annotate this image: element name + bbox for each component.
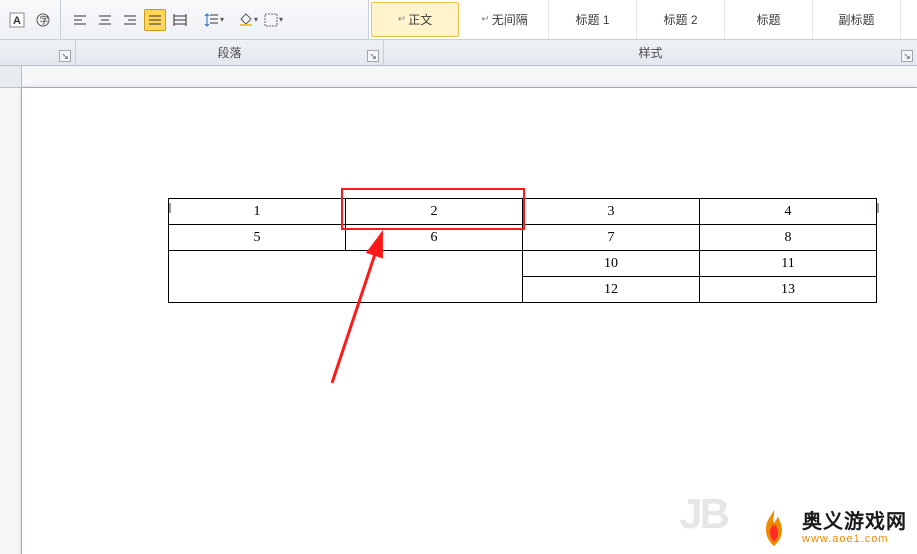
vertical-ruler[interactable]	[0, 88, 22, 554]
style-label: 副标题	[838, 11, 874, 28]
table-cell[interactable]: 11	[700, 251, 877, 277]
table-cell[interactable]: 3	[523, 199, 700, 225]
table-row: 10 11	[169, 251, 877, 277]
table-cell[interactable]: 5	[169, 225, 346, 251]
line-spacing-icon[interactable]: ▾	[203, 9, 225, 31]
page[interactable]: 1 2 3 4 5 6 7 8 10 11 12 13	[22, 88, 917, 554]
paragraph-label-text: 段落	[217, 44, 241, 61]
table-cell[interactable]: 13	[700, 277, 877, 303]
borders-icon[interactable]: ▾	[262, 9, 284, 31]
paragraph-dialog-launcher-icon[interactable]: ↘	[367, 50, 379, 62]
ribbon: A 字 ▾ ▾ ▾ ↵正文 ↵无间隔 标题 1 标题 2 标题 副标题	[0, 0, 917, 40]
document-table[interactable]: 1 2 3 4 5 6 7 8 10 11 12 13	[168, 198, 877, 303]
styles-label-text: 样式	[638, 44, 662, 61]
styles-group-label: 样式 ↘	[384, 40, 917, 65]
site-watermark: 奥义游戏网 www.aoe1.com	[752, 506, 907, 550]
svg-text:A: A	[13, 15, 21, 27]
svg-text:字: 字	[40, 14, 49, 25]
paragraph-group: ▾ ▾ ▾	[61, 0, 369, 39]
align-left-icon[interactable]	[69, 9, 91, 31]
font-dialog-launcher-icon[interactable]: ↘	[59, 50, 71, 62]
table-cell[interactable]: 6	[346, 225, 523, 251]
style-label: 标题 1	[575, 11, 609, 28]
table-cell-merged[interactable]	[169, 251, 523, 303]
style-title[interactable]: 标题	[725, 0, 813, 39]
table-cell[interactable]: 1	[169, 199, 346, 225]
faint-watermark: JB	[679, 490, 727, 538]
align-justify-icon[interactable]	[144, 9, 166, 31]
table-row: 5 6 7 8	[169, 225, 877, 251]
enclose-char-icon[interactable]: 字	[32, 9, 54, 31]
table-cell[interactable]: 2	[346, 199, 523, 225]
document-area: 1 2 3 4 5 6 7 8 10 11 12 13	[0, 66, 917, 554]
ruler-corner	[0, 66, 22, 88]
style-label: 无间隔	[492, 11, 528, 28]
text-highlight-icon[interactable]: A	[6, 9, 28, 31]
table-cell[interactable]: 10	[523, 251, 700, 277]
paragraph-group-label: 段落 ↘	[76, 40, 384, 65]
style-heading2[interactable]: 标题 2	[637, 0, 725, 39]
style-label: 正文	[408, 11, 432, 28]
table-cell[interactable]: 7	[523, 225, 700, 251]
watermark-site-name: 奥义游戏网	[802, 511, 907, 533]
style-normal[interactable]: ↵正文	[371, 2, 459, 37]
style-label: 标题 2	[663, 11, 697, 28]
style-no-spacing[interactable]: ↵无间隔	[461, 0, 549, 39]
watermark-site-url: www.aoe1.com	[802, 533, 907, 545]
table-cell[interactable]: 4	[700, 199, 877, 225]
ribbon-group-labels: ↘ 段落 ↘ 样式 ↘	[0, 40, 917, 66]
table-cell[interactable]: 12	[523, 277, 700, 303]
table-cell[interactable]: 8	[700, 225, 877, 251]
align-right-icon[interactable]	[119, 9, 141, 31]
font-group-label: ↘	[0, 40, 76, 65]
table-row: 1 2 3 4	[169, 199, 877, 225]
styles-gallery: ↵正文 ↵无间隔 标题 1 标题 2 标题 副标题	[369, 0, 917, 39]
shading-icon[interactable]: ▾	[237, 9, 259, 31]
style-subtitle[interactable]: 副标题	[813, 0, 901, 39]
style-heading1[interactable]: 标题 1	[549, 0, 637, 39]
flame-logo-icon	[752, 506, 796, 550]
horizontal-ruler[interactable]	[22, 66, 917, 88]
styles-dialog-launcher-icon[interactable]: ↘	[901, 50, 913, 62]
distributed-icon[interactable]	[169, 9, 191, 31]
align-center-icon[interactable]	[94, 9, 116, 31]
style-label: 标题	[756, 11, 780, 28]
font-group: A 字	[0, 0, 61, 39]
